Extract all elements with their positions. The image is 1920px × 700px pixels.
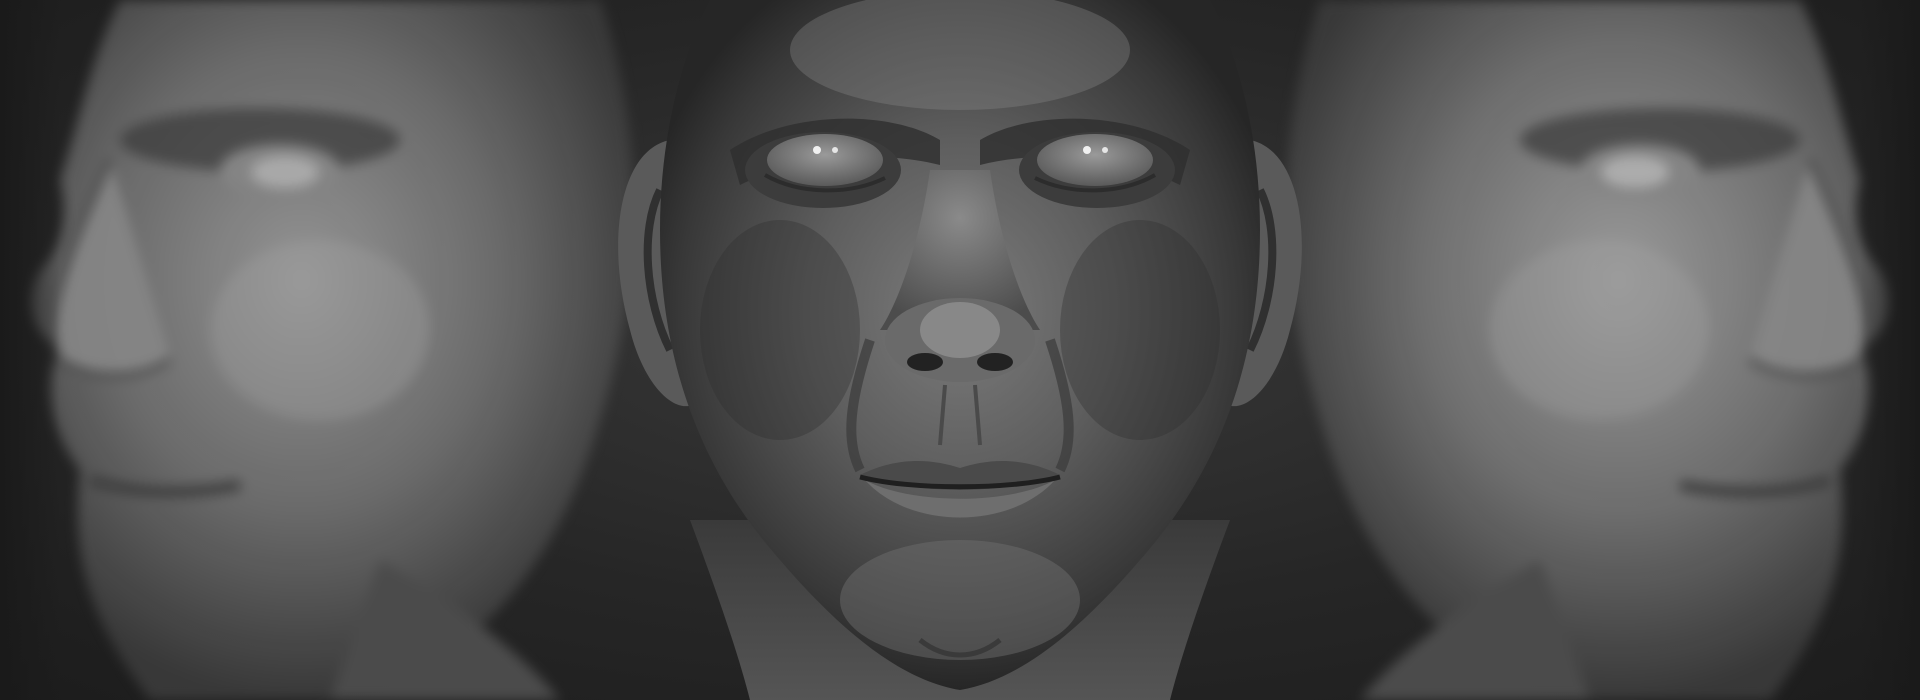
eye-left (767, 134, 883, 186)
eye-right (1037, 134, 1153, 186)
left-vignette (0, 0, 60, 700)
render-canvas (0, 0, 1920, 700)
right-vignette (1860, 0, 1920, 700)
head-front-view (618, 0, 1302, 700)
